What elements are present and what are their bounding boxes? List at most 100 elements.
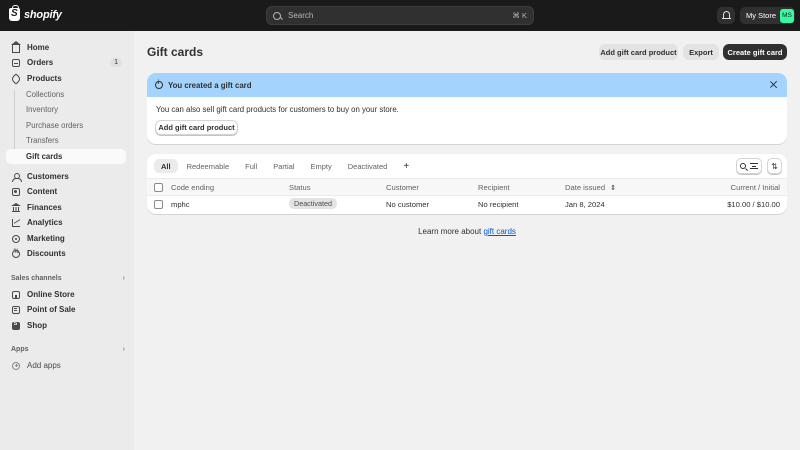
- filter-icon: [750, 163, 758, 169]
- store-name: My Store: [746, 11, 777, 20]
- bank-icon: [11, 202, 21, 212]
- sidebar-item-label: Point of Sale: [27, 305, 76, 314]
- select-all-checkbox[interactable]: [154, 183, 163, 192]
- gift-cards-table-card: All Redeemable Full Partial Empty Deacti…: [147, 154, 787, 214]
- sidebar-item-label: Discounts: [27, 249, 66, 258]
- sidebar-item-gift-cards[interactable]: Gift cards: [6, 149, 126, 164]
- sidebar-item-label: Analytics: [27, 218, 63, 227]
- header-status: Status: [289, 183, 311, 192]
- sort-arrows-icon: ⇕: [610, 185, 617, 192]
- sidebar-item-online-store[interactable]: Online Store: [6, 287, 126, 302]
- sales-channels-section[interactable]: Sales channels ›: [11, 275, 125, 282]
- header-date-issued[interactable]: Date issued ⇕: [565, 183, 616, 192]
- cell-balance: $10.00 / $10.00: [727, 200, 780, 209]
- cell-date: Jan 8, 2024: [565, 200, 605, 209]
- orders-count-badge: 1: [110, 58, 122, 67]
- store-menu-button[interactable]: My Store MS: [740, 7, 795, 24]
- sidebar-item-label: Content: [27, 187, 58, 196]
- sort-button[interactable]: ⇅: [767, 158, 782, 174]
- chevron-right-icon: ›: [122, 275, 125, 282]
- cell-code: mphc: [171, 200, 190, 209]
- info-icon: [155, 80, 163, 89]
- sidebar-item-label: Products: [27, 74, 62, 83]
- tab-partial[interactable]: Partial: [266, 159, 301, 173]
- orders-icon: [12, 58, 20, 67]
- tag-icon: [10, 72, 22, 85]
- sidebar-item-label: Home: [27, 43, 50, 52]
- sidebar: Home Orders 1 Products Collections Inven…: [0, 31, 134, 450]
- page-title: Gift cards: [147, 45, 204, 59]
- online-store-icon: [12, 290, 20, 299]
- shopify-bag-icon: [9, 5, 20, 21]
- shopify-logo[interactable]: shopify: [9, 5, 62, 21]
- banner-title: You created a gift card: [168, 80, 252, 90]
- sidebar-item-label: Add apps: [27, 361, 61, 370]
- status-badge-label: Deactivated: [289, 198, 337, 209]
- sidebar-item-transfers[interactable]: Transfers: [6, 133, 126, 148]
- tab-full[interactable]: Full: [238, 159, 264, 173]
- cell-customer: No customer: [386, 200, 430, 209]
- filter-tabs: All Redeemable Full Partial Empty Deacti…: [154, 159, 416, 173]
- apps-section[interactable]: Apps ›: [11, 346, 125, 353]
- export-button[interactable]: Export: [683, 44, 719, 60]
- sidebar-item-inventory[interactable]: Inventory: [6, 102, 126, 117]
- header-recipient: Recipient: [478, 183, 510, 192]
- cell-recipient: No recipient: [478, 200, 519, 209]
- tab-redeemable[interactable]: Redeemable: [180, 159, 237, 173]
- sort-icon: ⇅: [771, 161, 778, 171]
- tab-all[interactable]: All: [154, 159, 178, 173]
- status-badge: Deactivated: [289, 198, 337, 209]
- sidebar-item-discounts[interactable]: Discounts: [6, 246, 126, 261]
- success-banner: You created a gift card You can also sel…: [147, 73, 787, 144]
- create-gift-card-button[interactable]: Create gift card: [723, 44, 787, 60]
- search-filter-button[interactable]: [736, 158, 762, 174]
- sidebar-item-orders[interactable]: Orders 1: [6, 55, 126, 70]
- sidebar-item-shop[interactable]: Shop: [6, 318, 126, 333]
- chart-icon: [12, 218, 20, 227]
- add-circle-icon: [12, 361, 20, 370]
- header-date-label: Date issued: [565, 183, 606, 192]
- sidebar-item-label: Finances: [27, 203, 62, 212]
- header-customer: Customer: [386, 183, 419, 192]
- table-row[interactable]: mphc Deactivated No customer No recipien…: [147, 196, 787, 214]
- avatar: MS: [780, 8, 794, 23]
- learn-more-text: Learn more about gift cards: [0, 227, 800, 236]
- sidebar-item-products[interactable]: Products: [6, 71, 126, 86]
- learn-more-prefix: Learn more about: [418, 227, 482, 236]
- sidebar-item-finances[interactable]: Finances: [6, 200, 126, 215]
- search-placeholder: Search: [288, 11, 314, 20]
- sidebar-item-add-apps[interactable]: Add apps: [6, 358, 126, 373]
- person-icon: [12, 172, 22, 182]
- tab-empty[interactable]: Empty: [303, 159, 338, 173]
- table-header: Code ending Status Customer Recipient Da…: [147, 178, 787, 196]
- home-icon: [11, 40, 21, 53]
- logo-text: shopify: [24, 8, 62, 21]
- sidebar-item-home[interactable]: Home: [6, 40, 126, 55]
- add-view-button[interactable]: +: [396, 159, 416, 173]
- notifications-button[interactable]: [717, 7, 735, 24]
- close-icon[interactable]: [769, 80, 778, 89]
- add-gift-card-product-button[interactable]: Add gift card product: [599, 44, 678, 60]
- sidebar-item-label: Online Store: [27, 290, 75, 299]
- sidebar-item-label: Orders: [27, 58, 54, 67]
- search-input[interactable]: Search ⌘ K: [266, 6, 534, 25]
- search-icon: [273, 11, 281, 20]
- pos-icon: [12, 305, 20, 314]
- sidebar-item-collections[interactable]: Collections: [6, 87, 126, 102]
- banner-header: You created a gift card: [147, 73, 787, 97]
- chevron-right-icon: ›: [122, 346, 125, 353]
- search-icon: [740, 163, 746, 169]
- sidebar-item-customers[interactable]: Customers: [6, 169, 126, 184]
- gift-cards-help-link[interactable]: gift cards: [483, 227, 515, 236]
- sidebar-item-purchase-orders[interactable]: Purchase orders: [6, 118, 126, 133]
- bell-icon: [721, 11, 731, 19]
- apps-label: Apps: [11, 346, 29, 353]
- search-shortcut: ⌘ K: [512, 11, 527, 20]
- sidebar-item-point-of-sale[interactable]: Point of Sale: [6, 302, 126, 317]
- row-checkbox[interactable]: [154, 200, 163, 209]
- banner-body: You can also sell gift card products for…: [156, 105, 399, 114]
- banner-add-gift-card-product-button[interactable]: Add gift card product: [155, 120, 238, 135]
- discount-icon: [12, 249, 20, 258]
- tab-deactivated[interactable]: Deactivated: [341, 159, 395, 173]
- sidebar-item-content[interactable]: Content: [6, 184, 126, 199]
